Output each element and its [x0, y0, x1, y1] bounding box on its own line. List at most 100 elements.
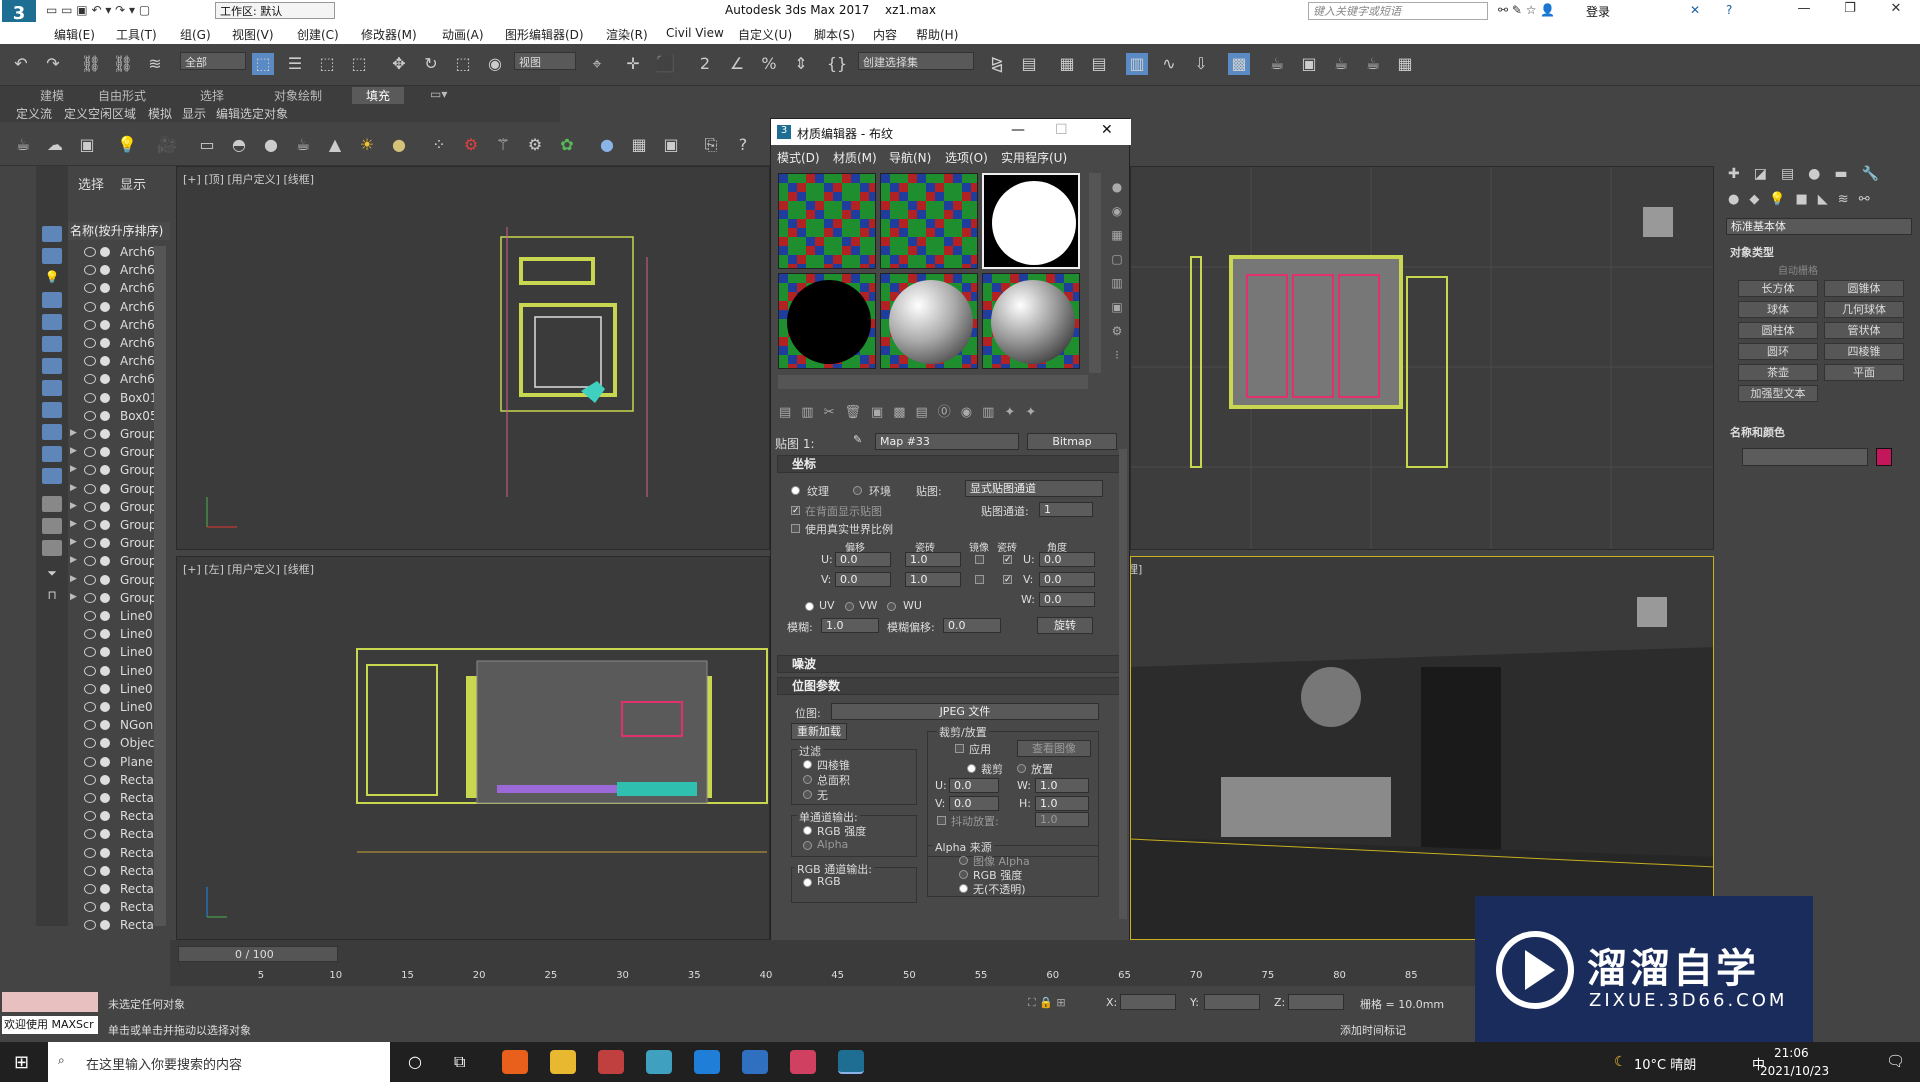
- filter-xrefs-icon[interactable]: [42, 380, 62, 396]
- rgb-radio[interactable]: [803, 878, 812, 887]
- reload-button[interactable]: 重新加载: [791, 723, 847, 740]
- scene-list-item[interactable]: ▶ Group: [68, 499, 168, 517]
- visibility-eye-icon[interactable]: [84, 647, 96, 658]
- scene-list-item[interactable]: Arch6: [68, 262, 168, 280]
- app-icon-1[interactable]: [598, 1050, 624, 1074]
- scene-list-item[interactable]: Plane: [68, 754, 168, 772]
- place-radio[interactable]: [1017, 764, 1026, 773]
- time-slider[interactable]: 0 / 100: [178, 946, 338, 962]
- mat-menu-utilities[interactable]: 实用程序(U): [1001, 149, 1067, 166]
- visibility-eye-icon[interactable]: [84, 338, 96, 348]
- menu-animation[interactable]: 动画(A): [442, 26, 484, 43]
- viewport-perspective[interactable]: 理]: [1130, 556, 1714, 940]
- primitive-button[interactable]: 管状体: [1824, 322, 1904, 339]
- scene-list-item[interactable]: Recta: [68, 790, 168, 808]
- scene-list-item[interactable]: Recta: [68, 826, 168, 844]
- dynamics-icon[interactable]: ⚙: [460, 134, 482, 156]
- material-slot-5[interactable]: [880, 273, 978, 369]
- viewport-left-label[interactable]: [+] [左] [用户定义] [线框]: [183, 561, 314, 577]
- filter-none-radio[interactable]: [803, 790, 812, 799]
- mat-menu-options[interactable]: 选项(O): [945, 149, 988, 166]
- maxscript-welcome[interactable]: 欢迎使用 MAXScr: [2, 1016, 98, 1034]
- tab-select[interactable]: 选择: [78, 174, 104, 193]
- scene-list-item[interactable]: ▶ Group: [68, 535, 168, 553]
- expand-triangle-icon[interactable]: ▶: [70, 519, 77, 529]
- bitmap-rollout-header[interactable]: 位图参数: [777, 677, 1121, 695]
- viewport-front[interactable]: [1130, 166, 1714, 550]
- workspace-dropdown[interactable]: 工作区: 默认: [215, 2, 335, 19]
- viewcube-persp-icon[interactable]: [1637, 597, 1667, 627]
- mirror-icon[interactable]: ⧎: [986, 53, 1008, 75]
- lock-selection-icon[interactable]: ⛶ 🔒 ⊞: [1028, 996, 1066, 1010]
- curve-editor-icon[interactable]: ∿: [1158, 53, 1180, 75]
- light-icon[interactable]: 💡: [116, 134, 138, 156]
- visibility-eye-icon[interactable]: [84, 392, 96, 403]
- visibility-eye-icon[interactable]: [84, 629, 96, 640]
- alpha-none-radio[interactable]: [959, 884, 968, 893]
- expand-triangle-icon[interactable]: ▶: [70, 592, 77, 602]
- visibility-eye-icon[interactable]: [84, 265, 96, 276]
- z-coord-input[interactable]: [1288, 994, 1344, 1010]
- menu-tools[interactable]: 工具(T): [116, 26, 157, 43]
- visibility-eye-icon[interactable]: [84, 447, 96, 458]
- object-name-input[interactable]: [1742, 448, 1868, 466]
- search-input[interactable]: 键入关键字或短语: [1308, 2, 1488, 20]
- expand-triangle-icon[interactable]: ▶: [70, 483, 77, 493]
- name-color-header[interactable]: 名称和颜色: [1730, 424, 1785, 440]
- v-tile-checkbox[interactable]: ✓: [1003, 575, 1012, 585]
- material-slot-4[interactable]: [778, 273, 876, 369]
- app-icon-3[interactable]: [742, 1050, 768, 1074]
- visibility-eye-icon[interactable]: [84, 847, 96, 858]
- quick-access-icons[interactable]: ▭ ▭ ▣ ↶ ▾ ↷ ▾ ▢: [46, 3, 150, 17]
- render-setup-icon[interactable]: ☕: [1266, 53, 1288, 75]
- scene-list-item[interactable]: Arch6: [68, 335, 168, 353]
- hemisphere-icon[interactable]: ◓: [228, 134, 250, 156]
- placement-icon[interactable]: ◉: [484, 53, 506, 75]
- scene-list-item[interactable]: Line0: [68, 681, 168, 699]
- primitive-button[interactable]: 茶壶: [1738, 364, 1818, 381]
- ribbon-tab-modeling[interactable]: 建模: [40, 87, 64, 104]
- mapping-dropdown[interactable]: 显式贴图通道: [965, 480, 1103, 497]
- maxscript-listener[interactable]: [2, 992, 98, 1012]
- u-mirror-checkbox[interactable]: [975, 555, 984, 564]
- material-editor-icon[interactable]: ▩: [1228, 53, 1250, 75]
- display-all-icon[interactable]: [42, 496, 62, 512]
- cone-icon[interactable]: ▲: [324, 134, 346, 156]
- scene-list-item[interactable]: ▶ Group: [68, 444, 168, 462]
- scene-list-item[interactable]: Box05: [68, 408, 168, 426]
- clock-time[interactable]: 21:06: [1774, 1046, 1809, 1060]
- object-type-header[interactable]: 对象类型: [1730, 244, 1774, 260]
- sphere-icon[interactable]: ●: [260, 134, 282, 156]
- map-name-dropdown[interactable]: Map #33: [875, 433, 1019, 450]
- scale-icon[interactable]: ⬚: [452, 53, 474, 75]
- pivot-center-icon[interactable]: ⌖: [586, 53, 608, 75]
- filter-icon[interactable]: ⏷: [42, 566, 62, 582]
- login-link[interactable]: 登录: [1586, 3, 1610, 20]
- visibility-eye-icon[interactable]: [84, 720, 96, 731]
- eyedropper-icon[interactable]: ✎: [853, 433, 862, 446]
- menu-scripting[interactable]: 脚本(S): [814, 26, 855, 43]
- keyboard-shortcut-icon[interactable]: ⬛: [654, 53, 676, 75]
- visibility-eye-icon[interactable]: [84, 410, 96, 421]
- scene-list-item[interactable]: Recta: [68, 899, 168, 917]
- filter-pyramidal-radio[interactable]: [803, 760, 812, 769]
- visibility-eye-icon[interactable]: [84, 283, 96, 294]
- menu-edit[interactable]: 编辑(E): [54, 26, 95, 43]
- scene-list-item[interactable]: Line0: [68, 699, 168, 717]
- scene-list-item[interactable]: Recta: [68, 808, 168, 826]
- crop-w-input[interactable]: 1.0: [1035, 778, 1089, 793]
- u-tile-checkbox[interactable]: ✓: [1003, 555, 1012, 565]
- wu-radio[interactable]: [887, 602, 896, 611]
- render-icon[interactable]: ▣: [660, 134, 682, 156]
- primitive-button[interactable]: 圆环: [1738, 343, 1818, 360]
- help-circle-icon[interactable]: ?: [732, 134, 754, 156]
- visibility-eye-icon[interactable]: [84, 356, 96, 367]
- filter-cameras-icon[interactable]: [42, 292, 62, 308]
- particles-icon[interactable]: ⁘: [428, 134, 450, 156]
- scene-list-item[interactable]: Box01: [68, 390, 168, 408]
- scene-list-item[interactable]: Line0: [68, 663, 168, 681]
- ribbon-tab-populate[interactable]: 填充: [352, 87, 405, 104]
- ribbon-edit-selected[interactable]: 编辑选定对象: [216, 105, 288, 122]
- primitive-type-dropdown[interactable]: 标准基本体: [1726, 218, 1912, 235]
- teapot2-icon[interactable]: ☕: [292, 134, 314, 156]
